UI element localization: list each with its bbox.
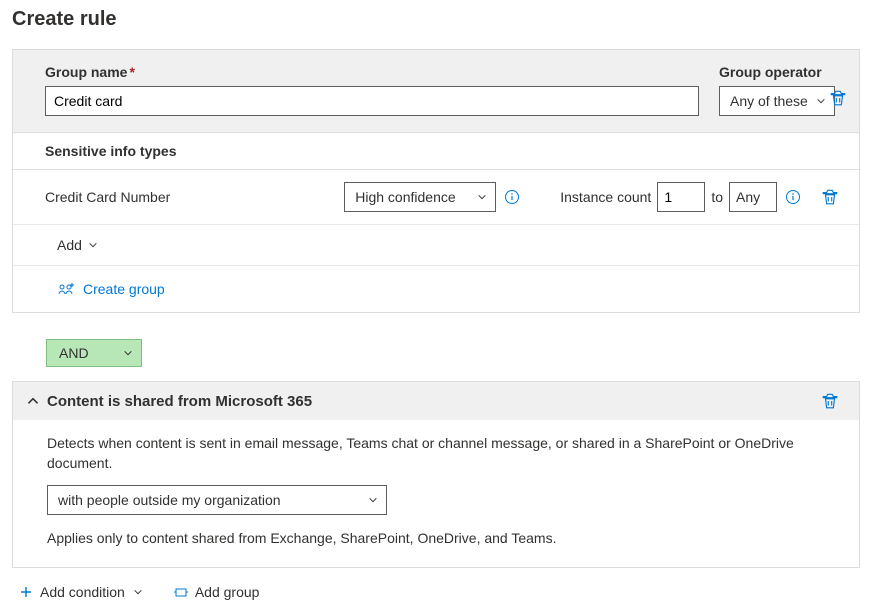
required-star: * [129,64,134,80]
footer-actions: Add condition Add group [12,580,860,604]
condition-header[interactable]: Content is shared from Microsoft 365 [13,382,859,420]
instance-count-label: Instance count [560,189,651,205]
add-condition-button[interactable]: Add condition [18,584,143,600]
sit-row: Credit Card Number High confidence Insta… [13,170,859,225]
delete-group-button[interactable] [829,89,847,107]
info-icon[interactable] [504,189,520,205]
logic-operator-dropdown[interactable]: AND [46,339,142,367]
chevron-down-icon [816,96,826,106]
group-panel: Group name* Group operator Any of these … [12,49,860,313]
instance-to-label: to [711,189,723,205]
logic-operator-row: AND [12,325,860,381]
chevron-down-icon [123,348,133,358]
confidence-dropdown[interactable]: High confidence [344,182,496,212]
instance-to-dropdown[interactable]: Any [729,182,777,212]
plus-icon [18,584,34,600]
group-operator-dropdown[interactable]: Any of these [719,86,835,116]
info-icon[interactable] [785,189,801,205]
group-operator-label: Group operator [719,64,839,80]
create-group-button[interactable]: Create group [13,266,859,312]
page-title: Create rule [12,8,860,31]
condition-note: Applies only to content shared from Exch… [47,529,827,549]
chevron-down-icon [477,192,487,202]
instance-from-input[interactable] [657,182,705,212]
condition-description: Detects when content is sent in email me… [47,434,827,473]
delete-condition-button[interactable] [821,392,839,410]
condition-panel: Content is shared from Microsoft 365 Det… [12,381,860,568]
chevron-down-icon [133,587,143,597]
chevron-down-icon [88,240,98,250]
condition-title: Content is shared from Microsoft 365 [47,393,312,410]
sit-name: Credit Card Number [45,189,344,205]
add-group-button[interactable]: Add group [173,584,260,600]
group-icon [173,584,189,600]
sit-header: Sensitive info types [13,132,859,170]
group-name-input[interactable] [45,86,699,116]
condition-body: Detects when content is sent in email me… [13,420,859,567]
chevron-up-icon [25,393,41,409]
add-sit-button[interactable]: Add [13,225,859,266]
delete-sit-button[interactable] [821,188,839,206]
create-group-icon [57,280,75,298]
group-header: Group name* Group operator Any of these [13,50,859,132]
share-scope-dropdown[interactable]: with people outside my organization [47,485,387,515]
chevron-down-icon [368,495,378,505]
group-name-label: Group name* [45,64,699,80]
